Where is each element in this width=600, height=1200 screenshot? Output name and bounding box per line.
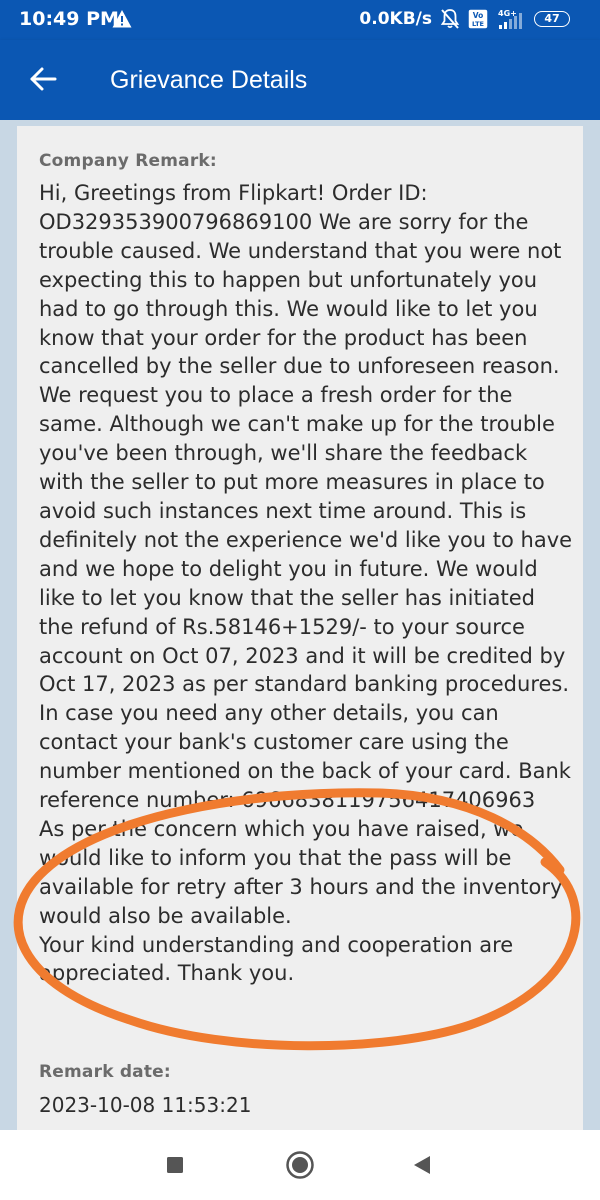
warning-icon <box>112 10 132 28</box>
company-remark-label: Company Remark: <box>39 151 217 171</box>
company-remark-text: Hi, Greetings from Flipkart! Order ID: O… <box>39 181 573 986</box>
svg-text:LTE: LTE <box>472 20 484 28</box>
page-title: Grievance Details <box>110 66 308 94</box>
svg-text:Vo: Vo <box>473 11 484 20</box>
signal-icon: 4G+ <box>498 9 522 29</box>
battery-icon: 47 <box>534 11 570 27</box>
battery-level: 47 <box>544 12 560 25</box>
home-circle-icon <box>286 1151 314 1179</box>
status-bar: 10:49 PM 0.0KB/s Vo LTE 4G+ 47 <box>0 0 600 40</box>
status-time: 10:49 PM <box>19 8 119 30</box>
back-triangle-icon <box>414 1156 430 1174</box>
mute-icon <box>440 9 460 29</box>
remark-date-value: 2023-10-08 11:53:21 <box>39 1093 252 1117</box>
app-bar: Grievance Details <box>0 40 600 120</box>
network-speed: 0.0KB/s <box>359 9 432 29</box>
back-button[interactable] <box>407 1150 437 1180</box>
recents-square-icon <box>167 1157 183 1173</box>
navigation-bar <box>0 1130 600 1200</box>
remark-date-label: Remark date: <box>39 1062 171 1082</box>
content-area[interactable]: Company Remark: Hi, Greetings from Flipk… <box>0 120 600 1130</box>
volte-icon: Vo LTE <box>468 9 488 29</box>
app-root: 10:49 PM 0.0KB/s Vo LTE 4G+ 47 Grievance… <box>0 0 600 1200</box>
grievance-card: Company Remark: Hi, Greetings from Flipk… <box>17 126 583 1130</box>
home-button[interactable] <box>285 1150 315 1180</box>
status-right-group: 0.0KB/s Vo LTE 4G+ 47 <box>359 6 570 32</box>
back-arrow-icon[interactable] <box>28 64 58 94</box>
recents-button[interactable] <box>160 1150 190 1180</box>
